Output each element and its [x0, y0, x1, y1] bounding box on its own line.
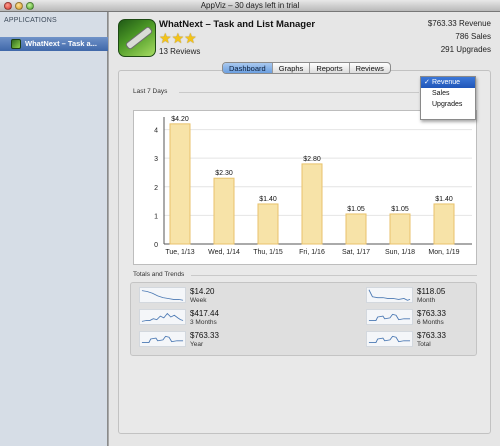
sparkline-total: [366, 331, 413, 347]
bar: [213, 177, 235, 245]
menu-item-upgrades[interactable]: Upgrades: [421, 99, 475, 110]
tab-reviews[interactable]: Reviews: [350, 63, 390, 73]
minimize-window-button[interactable]: [15, 2, 23, 10]
sparkline-month: [366, 287, 413, 303]
window-titlebar: AppViz – 30 days left in trial: [0, 0, 500, 12]
bar-chart-svg: 0 1 2 3 4 $4.20 Tue, 1/13 $2.30 Wed, 1/14 $1.40 Th…: [154, 116, 472, 256]
main-panel: WhatNext – Task and List Manager ★ ★ ★ 1…: [109, 12, 500, 446]
x-tick-label: Mon, 1/19: [428, 249, 459, 256]
x-tick-label: Fri, 1/16: [299, 249, 325, 256]
x-tick-label: Sat, 1/17: [342, 249, 370, 256]
app-icon: [118, 19, 156, 57]
metric-dropdown-menu[interactable]: ✓ Revenue Sales Upgrades: [420, 76, 476, 120]
sidebar-item-whatnext[interactable]: WhatNext – Task a...: [0, 37, 108, 51]
x-tick-label: Wed, 1/14: [208, 249, 240, 256]
view-tabs: Dashboard Graphs Reports Reviews: [222, 62, 391, 74]
section-divider: [179, 92, 419, 93]
year-label: Year: [190, 341, 204, 348]
month-total: $118.05: [417, 287, 446, 296]
sidebar-heading: APPLICATIONS: [4, 17, 57, 24]
6-months-label: 6 Months: [417, 319, 444, 326]
upgrades-stat: 291 Upgrades: [440, 45, 491, 54]
rating-stars: ★ ★ ★: [159, 30, 197, 46]
star-icon: ★: [159, 30, 172, 46]
week-label: Week: [190, 297, 207, 304]
y-tick-label: 3: [154, 156, 158, 163]
tab-dashboard[interactable]: Dashboard: [223, 63, 273, 73]
bar: [257, 203, 279, 245]
last-7-days-label: Last 7 Days: [133, 88, 168, 95]
bar-data-label: $2.30: [215, 170, 233, 177]
star-icon: ★: [171, 30, 185, 46]
sales-stat: 786 Sales: [455, 32, 491, 41]
x-tick-label: Thu, 1/15: [253, 249, 283, 256]
window-controls: [4, 2, 34, 10]
star-icon: ★: [184, 30, 197, 46]
y-tick-label: 4: [154, 128, 158, 135]
sparkline-6-months: [366, 309, 413, 325]
bar-data-label: $1.40: [435, 196, 453, 203]
sidebar-item-label: WhatNext – Task a...: [25, 39, 97, 48]
menu-item-sales[interactable]: Sales: [421, 88, 475, 99]
x-tick-label: Sun, 1/18: [385, 249, 415, 256]
bar: [169, 123, 191, 245]
month-label: Month: [417, 297, 436, 304]
summary-stats: $763.33 Revenue 786 Sales 291 Upgrades: [371, 19, 491, 58]
section-divider: [191, 275, 477, 276]
y-tick-label: 1: [154, 213, 158, 220]
week-total: $14.20: [190, 287, 215, 296]
revenue-chart: 0 1 2 3 4 $4.20 Tue, 1/13 $2.30 Wed, 1/14 $1.40 Th…: [133, 110, 477, 265]
year-total: $763.33: [190, 331, 219, 340]
bar-data-label: $1.05: [347, 206, 365, 213]
bar-data-label: $1.40: [259, 196, 277, 203]
3-months-label: 3 Months: [190, 319, 217, 326]
totals-trends-label: Totals and Trends: [133, 271, 185, 278]
sidebar: APPLICATIONS WhatNext – Task a...: [0, 12, 108, 446]
reviews-count: 13 Reviews: [159, 47, 201, 56]
y-tick-label: 0: [154, 242, 158, 249]
menu-item-revenue[interactable]: ✓ Revenue: [421, 77, 475, 88]
y-tick-label: 2: [154, 185, 158, 192]
6-months-total: $763.33: [417, 309, 446, 318]
bar-data-label: $2.80: [303, 156, 321, 163]
sparkline-week: [139, 287, 186, 303]
bar: [433, 203, 455, 245]
totals-panel: $14.20 Week $417.44 3 Months $763.33 Yea…: [130, 282, 477, 356]
x-tick-label: Tue, 1/13: [165, 249, 194, 256]
bar: [301, 163, 323, 245]
bar-data-label: $1.05: [391, 206, 409, 213]
bar: [389, 213, 411, 245]
all-time-label: Total: [417, 341, 431, 348]
window-title: AppViz – 30 days left in trial: [200, 1, 300, 10]
revenue-stat: $763.33 Revenue: [427, 19, 491, 28]
close-window-button[interactable]: [4, 2, 12, 10]
app-name: WhatNext – Task and List Manager: [159, 19, 316, 30]
bar-data-label: $4.20: [171, 116, 189, 123]
sparkline-3-months: [139, 309, 186, 325]
tab-graphs[interactable]: Graphs: [273, 63, 311, 73]
app-icon-small: [11, 39, 21, 49]
sparkline-year: [139, 331, 186, 347]
all-time-total: $763.33: [417, 331, 446, 340]
tab-reports[interactable]: Reports: [310, 63, 350, 73]
3-months-total: $417.44: [190, 309, 219, 318]
bar: [345, 213, 367, 245]
checkmark-icon: ✓: [424, 79, 430, 86]
zoom-window-button[interactable]: [26, 2, 34, 10]
